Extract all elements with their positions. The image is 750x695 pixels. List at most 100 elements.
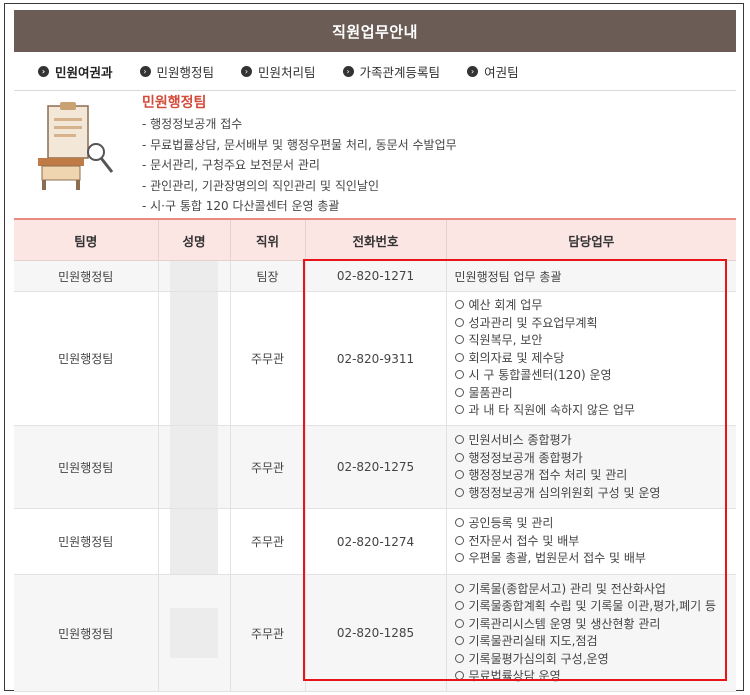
name-cell xyxy=(158,508,231,575)
blurred-name xyxy=(170,608,218,658)
table-header-row: 팀명 성명 직위 전화번호 담당업무 xyxy=(14,218,736,261)
tab-civil-passport-division[interactable]: › 민원여권과 xyxy=(38,62,113,81)
tab-label: 여권팀 xyxy=(484,64,519,80)
duty-item: - 문서관리, 구청주요 보전문서 관리 xyxy=(142,158,320,172)
position-cell: 주무관 xyxy=(230,574,306,692)
task-list: 기록물(종합문서고) 관리 및 전산화사업 기록물종합계획 수립 및 기록물 이… xyxy=(447,577,737,690)
circle-bullet-icon xyxy=(454,518,464,528)
duty-item: - 관인관리, 기관장명의의 직인관리 및 직인날인 xyxy=(142,178,379,193)
table-row: 민원행정팀 팀장 02-820-1271 민원행정팀 업무 총괄 xyxy=(14,260,736,292)
table-row: 민원행정팀 주무관 02-820-1275 민원서비스 종합평가 행정정보공개 … xyxy=(14,425,737,509)
tab-label: 민원처리팀 xyxy=(258,64,316,80)
tasks-cell: 예산 회계 업무 성과관리 및 주요업무계획 직원복무, 보안 회의자료 및 제… xyxy=(446,291,737,426)
circle-bullet-icon xyxy=(454,487,464,497)
team-info-section: 민원행정팀 - 행정정보공개 접수 - 무료법률상담, 문서배부 및 행정우편물… xyxy=(14,92,736,217)
team-cell: 민원행정팀 xyxy=(14,291,159,426)
team-duties-list: - 행정정보공개 접수 - 무료법률상담, 문서배부 및 행정우편물 처리, 동… xyxy=(142,114,457,217)
team-cell: 민원행정팀 xyxy=(14,260,159,292)
name-cell xyxy=(158,425,231,509)
blurred-name xyxy=(170,509,218,574)
task-item: 기록물평가심의회 구성,운영 xyxy=(454,651,737,669)
tasks-cell: 기록물(종합문서고) 관리 및 전산화사업 기록물종합계획 수립 및 기록물 이… xyxy=(446,574,737,692)
task-item: 성과관리 및 주요업무계획 xyxy=(454,315,737,333)
position-cell: 주무관 xyxy=(230,291,306,426)
phone-cell: 02-820-1275 xyxy=(305,425,447,509)
name-cell xyxy=(158,291,231,426)
phone-cell: 02-820-1274 xyxy=(305,508,447,575)
task-list: 민원서비스 종합평가 행정정보공개 종합평가 행정정보공개 접수 처리 및 관리… xyxy=(447,428,737,506)
duty-item: - 행정정보공개 접수 xyxy=(142,117,243,131)
task-item: 전자문서 접수 및 배부 xyxy=(454,533,737,551)
task-item: 공인등록 및 관리 xyxy=(454,515,737,533)
position-cell: 팀장 xyxy=(230,260,306,292)
tab-label: 가족관계등록팀 xyxy=(359,64,441,80)
task-list: 공인등록 및 관리 전자문서 접수 및 배부 우편물 총괄, 법원문서 접수 및… xyxy=(447,511,737,572)
circle-bullet-icon: › xyxy=(38,65,49,77)
duty-item: - 무료법률상담, 문서배부 및 행정우편물 처리, 동문서 수발업무 xyxy=(142,137,457,152)
task-item: 무료법률상담 운영 xyxy=(454,668,737,686)
table-row: 민원행정팀 주무관 02-820-1274 공인등록 및 관리 전자문서 접수 … xyxy=(14,508,737,575)
page-title: 직원업무안내 xyxy=(14,10,736,52)
circle-bullet-icon xyxy=(454,370,464,380)
tab-civil-processing-team[interactable]: › 민원처리팀 xyxy=(241,62,316,81)
phone-cell: 02-820-1271 xyxy=(305,260,447,292)
circle-bullet-icon xyxy=(454,470,464,479)
column-header: 담당업무 xyxy=(446,218,736,261)
team-cell: 민원행정팀 xyxy=(14,574,159,692)
task-item: 예산 회계 업무 xyxy=(454,297,737,315)
document-desk-illustration xyxy=(38,102,114,190)
circle-bullet-icon: › xyxy=(139,65,151,77)
circle-bullet-icon xyxy=(454,335,464,345)
circle-bullet-icon xyxy=(454,352,464,362)
circle-bullet-icon xyxy=(454,452,464,462)
circle-bullet-icon: › xyxy=(342,65,354,77)
task-item: 행정정보공개 종합평가 xyxy=(454,450,737,468)
tasks-cell: 민원행정팀 업무 총괄 xyxy=(446,260,736,292)
blurred-name xyxy=(170,261,218,291)
tab-family-registration-team[interactable]: › 가족관계등록팀 xyxy=(342,62,441,81)
blurred-name xyxy=(170,292,218,425)
position-cell: 주무관 xyxy=(230,425,306,509)
duty-item: - 시·구 통합 120 다산콜센터 운영 총괄 xyxy=(142,199,340,213)
tab-label: 민원행정팀 xyxy=(156,64,215,80)
position-cell: 주무관 xyxy=(230,508,306,575)
column-header: 직위 xyxy=(230,218,306,261)
team-cell: 민원행정팀 xyxy=(14,425,159,509)
task-list: 예산 회계 업무 성과관리 및 주요업무계획 직원복무, 보안 회의자료 및 제… xyxy=(447,293,737,424)
task-item: 기록관리시스템 운영 및 생산현황 관리 xyxy=(454,616,737,634)
tab-label: 민원여권과 xyxy=(55,64,113,80)
task-item: 시 구 통합콜센터(120) 운영 xyxy=(454,367,737,385)
circle-bullet-icon xyxy=(454,601,464,610)
column-header: 팀명 xyxy=(14,218,159,261)
task-item: 우편물 총괄, 법원문서 접수 및 배부 xyxy=(454,550,737,568)
circle-bullet-icon xyxy=(454,405,464,415)
column-header: 성명 xyxy=(158,218,231,261)
task-item: 과 내 타 직원에 속하지 않은 업무 xyxy=(454,402,737,420)
task-item: 기록물(종합문서고) 관리 및 전산화사업 xyxy=(454,581,737,599)
task-item: 회의자료 및 제수당 xyxy=(454,350,737,368)
task-item: 민원서비스 종합평가 xyxy=(454,432,737,450)
circle-bullet-icon xyxy=(454,671,464,680)
team-cell: 민원행정팀 xyxy=(14,508,159,575)
table-row: 민원행정팀 주무관 02-820-9311 예산 회계 업무 성과관리 및 주요… xyxy=(14,291,737,426)
table-row: 민원행정팀 주무관 02-820-1285 기록물(종합문서고) 관리 및 전산… xyxy=(14,574,737,692)
name-cell xyxy=(158,574,231,692)
task-item: 기록물관리실태 지도,점검 xyxy=(454,633,737,651)
blurred-name xyxy=(170,426,218,508)
circle-bullet-icon xyxy=(454,387,464,397)
phone-cell: 02-820-1285 xyxy=(305,574,447,692)
circle-bullet-icon xyxy=(454,535,464,545)
circle-bullet-icon xyxy=(454,653,464,663)
circle-bullet-icon xyxy=(454,317,464,327)
tasks-cell: 공인등록 및 관리 전자문서 접수 및 배부 우편물 총괄, 법원문서 접수 및… xyxy=(446,508,737,575)
tab-passport-team[interactable]: › 여권팀 xyxy=(467,62,519,81)
task-item: 기록물종합계획 수립 및 기록물 이관,평가,폐기 등 xyxy=(454,598,737,616)
circle-bullet-icon: › xyxy=(241,65,253,77)
tasks-cell: 민원서비스 종합평가 행정정보공개 종합평가 행정정보공개 접수 처리 및 관리… xyxy=(446,425,737,509)
circle-bullet-icon xyxy=(454,553,464,563)
task-item: 직원복무, 보안 xyxy=(454,332,737,350)
tab-civil-admin-team[interactable]: › 민원행정팀 xyxy=(139,62,215,81)
phone-cell: 02-820-9311 xyxy=(305,291,447,426)
tab-bar: › 민원여권과 › 민원행정팀 › 민원처리팀 › 가족관계등록팀 › 여권팀 xyxy=(14,52,736,91)
task-item: 행정정보공개 접수 처리 및 관리 xyxy=(454,467,737,485)
